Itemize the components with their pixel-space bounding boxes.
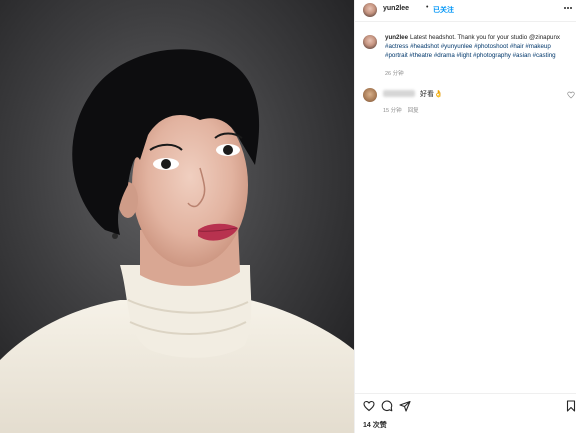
comment-meta: 15 分钟 回复 [383, 106, 419, 114]
post-side-panel: yun2lee • 已关注 yun2lee Latest headshot. Th… [354, 0, 576, 433]
header-separator: • [426, 4, 429, 11]
comment-timestamp: 15 分钟 [383, 108, 402, 114]
heart-icon[interactable] [363, 400, 377, 414]
caption-text: yun2lee Latest headshot. Thank you for yo… [385, 33, 571, 60]
post-actions: 14 次赞 [355, 393, 576, 433]
caption-username[interactable]: yun2lee [385, 34, 408, 41]
commenter-avatar[interactable] [363, 88, 377, 102]
header-username[interactable]: yun2lee [383, 5, 409, 12]
commenter-username-blurred[interactable] [383, 90, 415, 97]
bookmark-icon[interactable] [565, 400, 576, 414]
caption-hashtags[interactable]: #actress #headshot #yunyunlee #photoshoo… [385, 43, 556, 59]
share-icon[interactable] [399, 400, 413, 414]
caption-avatar[interactable] [363, 35, 377, 49]
following-button[interactable]: 已关注 [433, 5, 454, 15]
post-header: yun2lee • 已关注 [355, 0, 576, 22]
portrait-photo [0, 0, 354, 433]
comment-text: 好看👌 [420, 91, 443, 98]
heart-outline-icon[interactable] [567, 91, 575, 101]
likes-count[interactable]: 14 次赞 [363, 420, 387, 430]
comment-icon[interactable] [381, 400, 395, 414]
reply-button[interactable]: 回复 [408, 108, 419, 114]
caption-body: Latest headshot. Thank you for your stud… [410, 34, 560, 41]
avatar[interactable] [363, 3, 377, 17]
caption-timestamp: 26 分钟 [385, 71, 404, 77]
post-image[interactable] [0, 0, 354, 433]
more-icon[interactable] [563, 3, 573, 15]
